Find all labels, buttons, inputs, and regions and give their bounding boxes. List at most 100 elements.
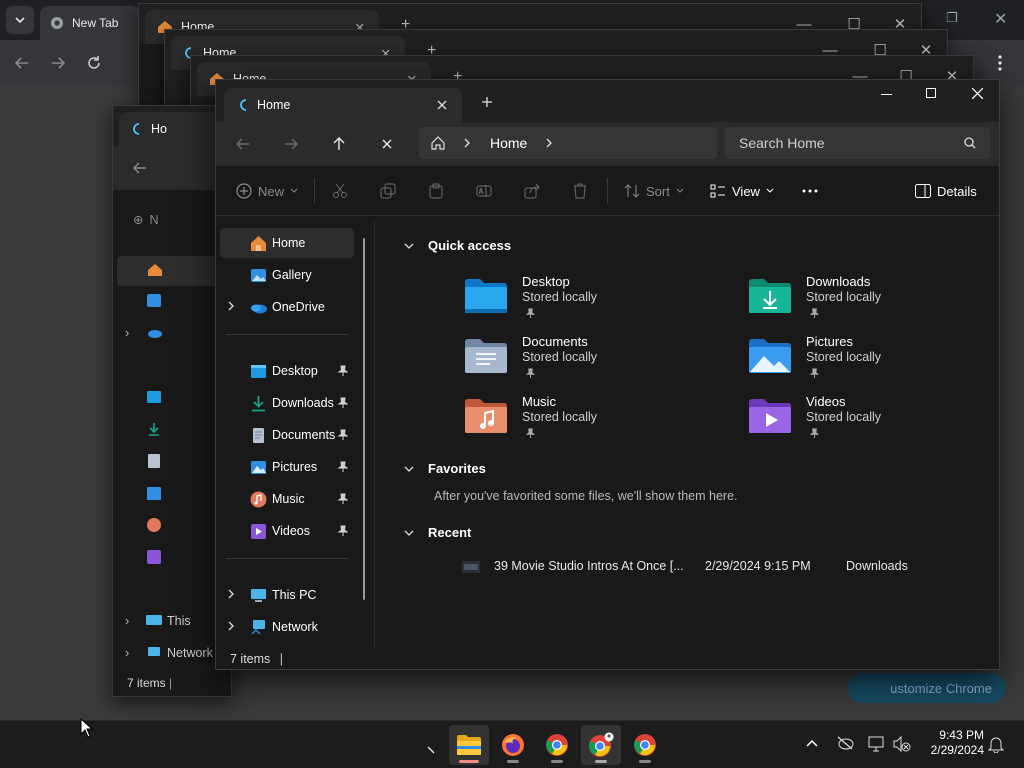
taskbar-chrome-profile[interactable]: [581, 725, 621, 765]
chrome-close-button[interactable]: ✕: [994, 9, 1007, 29]
back-button[interactable]: [219, 122, 267, 166]
pictures-folder-icon: [749, 339, 791, 373]
title-bar: Ho: [113, 106, 239, 146]
recent-file-row[interactable]: 39 Movie Studio Intros At Once [... 2/29…: [460, 553, 990, 583]
address-bar[interactable]: Home: [419, 127, 717, 159]
reload-icon[interactable]: [86, 55, 102, 71]
new-button[interactable]: ⊕ N: [133, 212, 159, 228]
chrome-icon: [51, 17, 63, 29]
new-tab-icon[interactable]: [482, 97, 492, 107]
tab-search-button[interactable]: [6, 6, 34, 34]
minimize-icon[interactable]: [881, 94, 892, 95]
sidebar-item-videos[interactable]: Videos: [220, 516, 354, 546]
sidebar-item-pictures[interactable]: Pictures: [220, 452, 354, 482]
item-status: Stored locally: [806, 350, 882, 364]
sidebar-item-documents[interactable]: Documents: [220, 420, 354, 450]
notification-bell-icon[interactable]: [988, 735, 1004, 753]
pin-icon[interactable]: [338, 365, 348, 376]
pin-icon[interactable]: [338, 525, 348, 536]
back-arrow-icon[interactable]: [14, 55, 30, 71]
quick-access-desktop[interactable]: Desktop Stored locally: [464, 274, 684, 328]
nav-pane-scrollbar[interactable]: [363, 238, 365, 600]
sidebar-item-this-pc[interactable]: This PC: [220, 580, 354, 610]
tab-title: Ho: [151, 122, 167, 136]
customize-chrome-button[interactable]: ustomize Chrome: [848, 673, 1006, 703]
pin-icon[interactable]: [338, 429, 348, 440]
forward-arrow-icon[interactable]: [50, 55, 66, 71]
this-pc-label: This: [167, 614, 191, 628]
new-button[interactable]: New: [236, 166, 298, 216]
taskbar-overflow-icon[interactable]: [427, 746, 435, 754]
pin-icon[interactable]: [338, 493, 348, 504]
pane-divider[interactable]: [374, 222, 375, 648]
copy-button[interactable]: [380, 166, 396, 216]
chevron-right-icon[interactable]: [228, 621, 234, 631]
close-icon[interactable]: [437, 100, 447, 110]
monitor-network-icon[interactable]: [868, 736, 886, 752]
pin-icon[interactable]: [338, 461, 348, 472]
sidebar-item-desktop[interactable]: Desktop: [220, 356, 354, 386]
item-status: Stored locally: [806, 410, 882, 424]
kebab-menu-icon[interactable]: [996, 54, 1004, 72]
breadcrumb-home[interactable]: Home: [490, 135, 527, 151]
sidebar-item-gallery[interactable]: Gallery: [220, 260, 354, 290]
chevron-right-icon[interactable]: [546, 138, 552, 148]
quick-access-pictures[interactable]: Pictures Stored locally: [748, 334, 968, 388]
chrome-tab-new-tab[interactable]: New Tab: [40, 6, 140, 40]
pin-icon[interactable]: [338, 397, 348, 408]
downloads-folder-icon: [149, 423, 159, 436]
documents-folder-icon: [253, 428, 264, 443]
recent-header[interactable]: Recent: [404, 525, 471, 540]
close-window-icon[interactable]: [972, 88, 983, 99]
home-icon: [148, 264, 162, 276]
running-indicator: [595, 760, 607, 763]
sidebar-item-home[interactable]: Home: [220, 228, 354, 258]
sidebar-item-onedrive[interactable]: OneDrive: [220, 292, 354, 322]
taskbar-chrome-2[interactable]: [625, 725, 665, 765]
up-button[interactable]: [315, 122, 363, 166]
system-clock[interactable]: 9:43 PM 2/29/2024: [912, 728, 984, 758]
sidebar-item-network[interactable]: Network: [220, 612, 354, 642]
cut-button[interactable]: [332, 166, 348, 216]
delete-button[interactable]: [572, 166, 588, 216]
chevron-right-icon[interactable]: [464, 138, 470, 148]
taskbar-firefox[interactable]: [493, 725, 533, 765]
section-title: Recent: [428, 525, 472, 540]
taskbar-chrome[interactable]: [537, 725, 577, 765]
chevron-right-icon[interactable]: [228, 589, 234, 599]
chevron-up-icon[interactable]: [806, 739, 818, 747]
maximize-icon[interactable]: [926, 88, 936, 98]
taskbar-file-explorer[interactable]: [449, 725, 489, 765]
sort-button[interactable]: Sort: [624, 166, 684, 216]
share-button[interactable]: [524, 166, 540, 216]
onedrive-offline-icon[interactable]: [836, 736, 854, 750]
quick-access-downloads[interactable]: Downloads Stored locally: [748, 274, 968, 328]
quick-access-music[interactable]: Music Stored locally: [464, 394, 684, 448]
quick-access-videos[interactable]: Videos Stored locally: [748, 394, 968, 448]
speaker-muted-icon[interactable]: [893, 736, 911, 752]
stop-loading-button[interactable]: [363, 122, 411, 166]
quick-access-documents[interactable]: Documents Stored locally: [464, 334, 684, 388]
sidebar-divider: [226, 558, 348, 559]
view-button[interactable]: View: [710, 166, 774, 216]
chevron-right-icon[interactable]: [228, 301, 234, 311]
tab-home[interactable]: Home: [224, 88, 462, 122]
chrome-restore-button[interactable]: ❐: [946, 10, 958, 26]
sidebar-item-music[interactable]: Music: [220, 484, 354, 514]
paste-button[interactable]: [428, 166, 444, 216]
see-more-button[interactable]: [802, 166, 818, 216]
search-input[interactable]: Search Home: [725, 127, 990, 159]
clock-time: 9:43 PM: [939, 728, 984, 742]
back-arrow-icon[interactable]: [133, 162, 147, 174]
chevron-right-icon[interactable]: ›: [125, 613, 129, 628]
quick-access-header[interactable]: Quick access: [404, 238, 511, 253]
item-name: Desktop: [522, 274, 570, 289]
sidebar-item-downloads[interactable]: Downloads: [220, 388, 354, 418]
rename-button[interactable]: [476, 166, 492, 216]
section-title: Quick access: [428, 238, 512, 253]
details-pane-button[interactable]: Details: [915, 166, 977, 216]
favorites-header[interactable]: Favorites: [404, 461, 486, 476]
forward-button[interactable]: [267, 122, 315, 166]
chevron-right-icon[interactable]: ›: [125, 325, 129, 340]
chevron-right-icon[interactable]: ›: [125, 645, 129, 660]
